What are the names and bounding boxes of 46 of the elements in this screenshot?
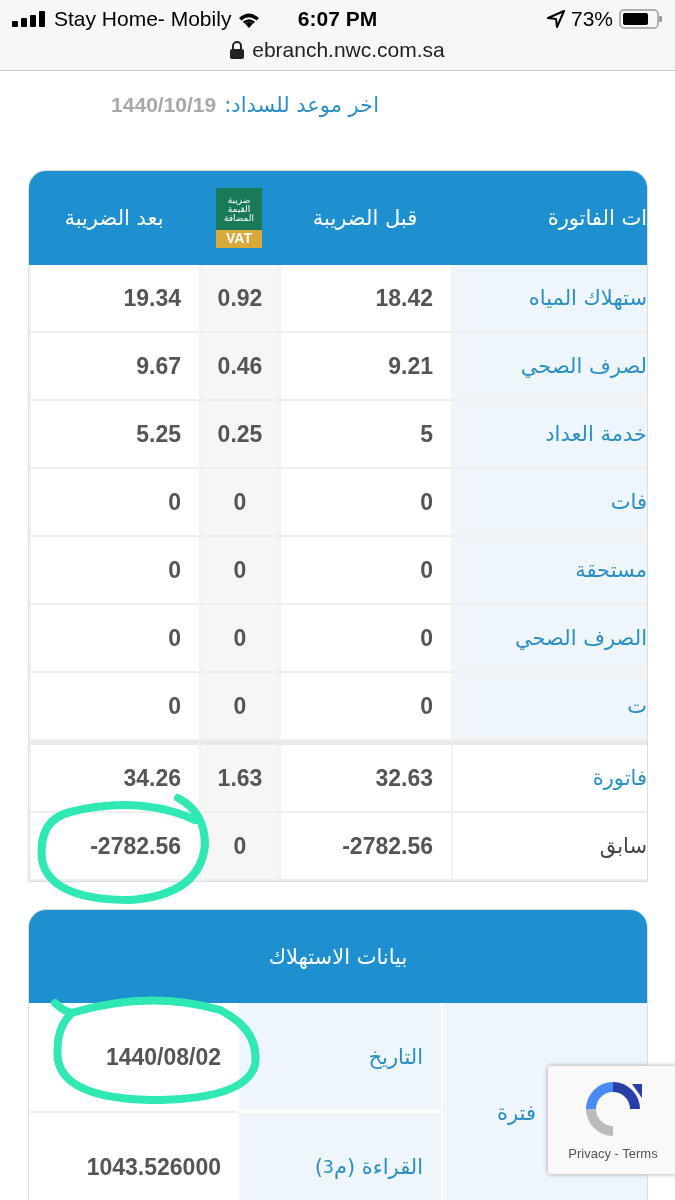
table-cell: 9.67 [29, 333, 199, 401]
table-cell: 34.26 [29, 741, 199, 813]
table-cell: 0.46 [199, 333, 279, 401]
row-label: الصرف الصحي [451, 605, 647, 673]
url-text[interactable]: ebranch.nwc.com.sa [252, 38, 445, 62]
due-date-value: 1440/10/19 [111, 93, 217, 117]
due-date-label: اخر موعد للسداد: [224, 93, 379, 117]
recaptcha-badge[interactable]: Privacy - Terms [548, 1066, 675, 1174]
table-cell: 0 [29, 537, 199, 605]
table-cell: 19.34 [29, 265, 199, 333]
row-label: مستحقة [451, 537, 647, 605]
row-label: سابق [451, 813, 647, 881]
battery-percent: 73% [570, 7, 613, 31]
row-label: فاتورة [451, 741, 647, 813]
table-cell: 0 [29, 673, 199, 741]
table-cell: 0 [199, 605, 279, 673]
row-label: فات [451, 469, 647, 537]
table-cell: 1.63 [199, 741, 279, 813]
column-header: قبل الضريبة [279, 171, 451, 265]
column-header: ات الفاتورة [451, 171, 647, 265]
table-cell: -2782.56 [29, 813, 199, 881]
table-cell: 0 [199, 469, 279, 537]
signal-icon [12, 11, 48, 27]
lock-icon [230, 41, 245, 59]
table-cell: 0 [199, 537, 279, 605]
table-cell: 1043.526000 [29, 1113, 239, 1200]
row-label: التاريخ [239, 1003, 441, 1113]
clock-time: 6:07 PM [297, 7, 378, 31]
table-cell: 1440/08/02 [29, 1003, 239, 1113]
location-arrow-icon [546, 10, 565, 28]
table-cell: 5.25 [29, 401, 199, 469]
carrier-name: Stay Home- Mobily [54, 7, 232, 31]
table-cell: 0 [199, 813, 279, 881]
row-label: لصرف الصحي [451, 333, 647, 401]
table-cell: 0 [29, 469, 199, 537]
table-cell: 0 [199, 673, 279, 741]
table-cell: 0 [29, 605, 199, 673]
row-label: ستهلاك المياه [451, 265, 647, 333]
column-header: بعد الضريبة [29, 171, 199, 265]
table-cell: 0.25 [199, 401, 279, 469]
row-label: ت [451, 673, 647, 741]
table-title: بيانات الاستهلاك [29, 910, 647, 1003]
privacy-terms-link[interactable]: Privacy - Terms [568, 1146, 658, 1161]
battery-icon [619, 9, 663, 29]
row-label: خدمة العداد [451, 401, 647, 469]
table-cell: 0.92 [199, 265, 279, 333]
